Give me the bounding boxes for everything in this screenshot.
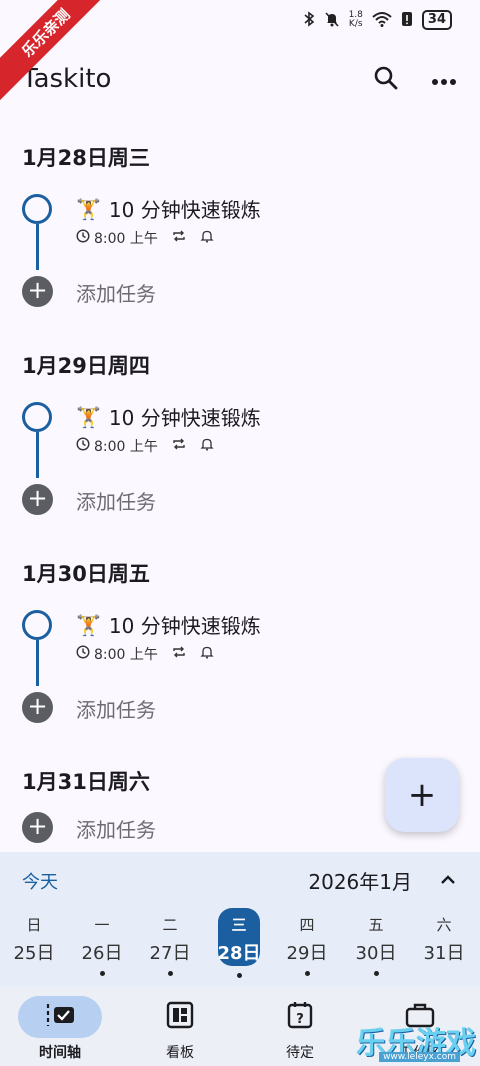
timeline-connector bbox=[36, 640, 39, 686]
add-task-label: 添加任务 bbox=[76, 282, 156, 306]
day-header: 1月29日周四 bbox=[22, 354, 150, 378]
repeat-icon bbox=[172, 229, 186, 247]
calendar-day[interactable]: 五 30日 bbox=[350, 908, 402, 978]
add-task-button[interactable]: + 添加任务 bbox=[22, 274, 322, 308]
day-section: 1月30日周五 🏋 10 分钟快速锻炼 8:00 上午 + 添加任务 bbox=[0, 546, 480, 754]
app-title: Taskito bbox=[22, 64, 112, 94]
day-section: 1月28日周三 🏋 10 分钟快速锻炼 8:00 上午 + 添加任务 bbox=[0, 130, 480, 338]
mute-icon bbox=[324, 11, 340, 30]
today-button[interactable]: 今天 bbox=[22, 868, 58, 894]
task-indicator-dot bbox=[304, 971, 310, 976]
add-task-label: 添加任务 bbox=[76, 698, 156, 722]
calendar-day-selected[interactable]: 三 28日 bbox=[213, 908, 265, 978]
add-task-button[interactable]: + 添加任务 bbox=[22, 810, 322, 844]
day-section: 1月29日周四 🏋 10 分钟快速锻炼 8:00 上午 + 添加任务 bbox=[0, 338, 480, 546]
wifi-icon bbox=[372, 11, 392, 30]
day-header: 1月28日周三 bbox=[22, 146, 150, 170]
repeat-icon bbox=[172, 645, 186, 663]
repeat-icon bbox=[172, 437, 186, 455]
board-icon bbox=[166, 1001, 194, 1033]
more-horizontal-icon bbox=[431, 71, 457, 90]
chevron-up-icon bbox=[436, 875, 460, 896]
task-item[interactable]: 🏋 10 分钟快速锻炼 8:00 上午 bbox=[22, 398, 462, 478]
svg-text:?: ? bbox=[296, 1012, 304, 1027]
plus-icon: + bbox=[22, 484, 53, 515]
task-title: 10 分钟快速锻炼 bbox=[108, 198, 261, 222]
alert-icon bbox=[401, 11, 413, 30]
plus-icon: + bbox=[22, 692, 53, 723]
nav-board[interactable]: 看板 bbox=[125, 996, 235, 1062]
calendar-day[interactable]: 二 27日 bbox=[144, 908, 196, 978]
task-indicator-dot bbox=[167, 971, 173, 976]
timeline-icon bbox=[44, 1002, 76, 1032]
add-task-fab[interactable]: + bbox=[385, 758, 459, 832]
calendar-day[interactable]: 一 26日 bbox=[76, 908, 128, 978]
weightlifter-icon: 🏋 bbox=[76, 404, 101, 429]
status-icons: 1.8 K/s 34 bbox=[303, 10, 452, 30]
month-label[interactable]: 2026年1月 bbox=[308, 866, 412, 895]
week-row: 日 25日 一 26日 二 27日 三 28日 四 29日 五 30日 六 31… bbox=[0, 908, 480, 982]
add-task-button[interactable]: + 添加任务 bbox=[22, 690, 322, 724]
search-icon bbox=[373, 65, 399, 95]
task-title: 10 分钟快速锻炼 bbox=[108, 614, 261, 638]
weightlifter-icon: 🏋 bbox=[76, 612, 101, 637]
weightlifter-icon: 🏋 bbox=[76, 196, 101, 221]
task-item[interactable]: 🏋 10 分钟快速锻炼 8:00 上午 bbox=[22, 190, 462, 270]
calendar-day[interactable]: 六 31日 bbox=[418, 908, 470, 978]
watermark-url: www.leleyx.com bbox=[379, 1052, 460, 1062]
plus-icon: + bbox=[22, 276, 53, 307]
add-task-label: 添加任务 bbox=[76, 818, 156, 842]
add-task-button[interactable]: + 添加任务 bbox=[22, 482, 322, 516]
nav-label: 待定 bbox=[286, 1045, 314, 1061]
search-button[interactable] bbox=[370, 64, 402, 96]
plus-icon: + bbox=[407, 775, 437, 815]
task-complete-checkbox[interactable] bbox=[22, 194, 52, 224]
collapse-calendar-button[interactable] bbox=[436, 868, 460, 892]
timeline-connector bbox=[36, 224, 39, 270]
clock-icon bbox=[76, 645, 90, 663]
week-calendar: 今天 2026年1月 日 25日 一 26日 二 27日 三 28日 四 29日… bbox=[0, 852, 480, 986]
task-time: 8:00 上午 bbox=[94, 231, 158, 247]
day-header: 1月31日周六 bbox=[22, 770, 150, 794]
clock-icon bbox=[76, 437, 90, 455]
day-header: 1月30日周五 bbox=[22, 562, 150, 586]
bell-icon bbox=[200, 229, 214, 247]
app-bar: Taskito bbox=[0, 56, 480, 106]
task-item[interactable]: 🏋 10 分钟快速锻炼 8:00 上午 bbox=[22, 606, 462, 686]
bluetooth-icon bbox=[303, 10, 315, 30]
task-time: 8:00 上午 bbox=[94, 647, 158, 663]
nav-timeline[interactable]: 时间轴 bbox=[5, 996, 115, 1062]
nav-label: 看板 bbox=[166, 1045, 194, 1061]
nav-label: 时间轴 bbox=[39, 1045, 81, 1061]
bell-icon bbox=[200, 645, 214, 663]
task-complete-checkbox[interactable] bbox=[22, 610, 52, 640]
task-indicator-dot bbox=[373, 971, 379, 976]
network-speed: 1.8 K/s bbox=[348, 10, 363, 29]
task-complete-checkbox[interactable] bbox=[22, 402, 52, 432]
task-title: 10 分钟快速锻炼 bbox=[108, 406, 261, 430]
task-indicator-dot bbox=[236, 973, 242, 978]
clock-icon bbox=[76, 229, 90, 247]
timeline-connector bbox=[36, 432, 39, 478]
nav-pending[interactable]: ? 待定 bbox=[245, 996, 355, 1062]
calendar-day[interactable]: 日 25日 bbox=[8, 908, 60, 978]
bell-icon bbox=[200, 437, 214, 455]
task-indicator-dot bbox=[99, 971, 105, 976]
calendar-day[interactable]: 四 29日 bbox=[281, 908, 333, 978]
plus-icon: + bbox=[22, 812, 53, 843]
add-task-label: 添加任务 bbox=[76, 490, 156, 514]
battery-indicator: 34 bbox=[421, 10, 452, 30]
pending-icon: ? bbox=[286, 1000, 314, 1034]
more-options-button[interactable] bbox=[428, 64, 460, 96]
task-time: 8:00 上午 bbox=[94, 439, 158, 455]
status-bar: 乐乐亲测 1.8 K/s 34 bbox=[0, 0, 480, 101]
